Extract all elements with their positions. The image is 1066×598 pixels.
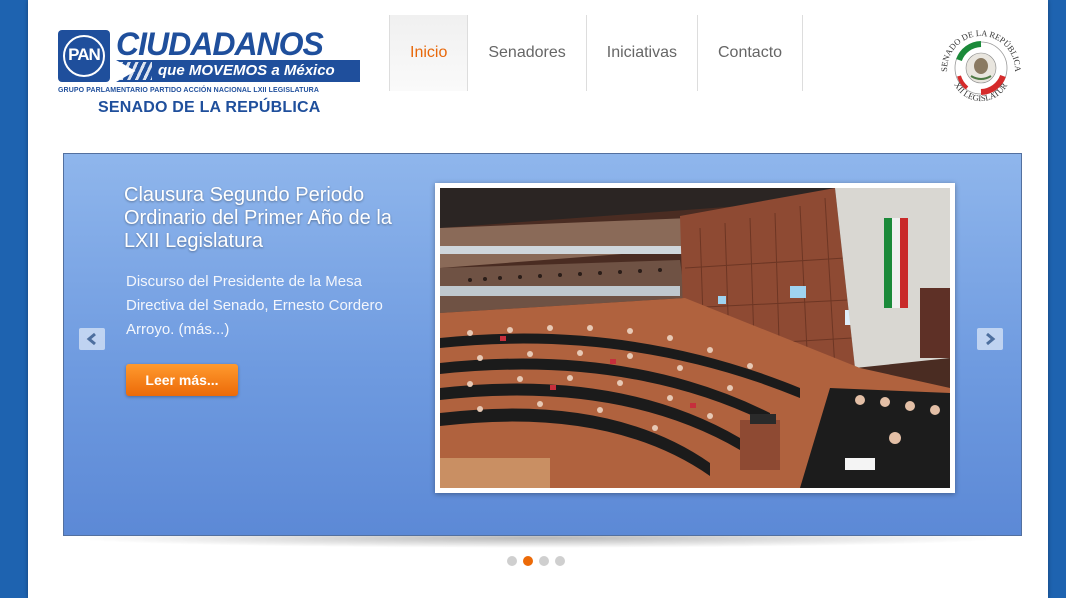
main-nav: Inicio Senadores Iniciativas Contacto <box>389 15 804 91</box>
pan-logo-icon: PAN <box>58 30 110 82</box>
page-container: PAN CIUDADANOS que MOVEMOS a México GRUP… <box>28 0 1048 598</box>
brand-word: CIUDADANOS <box>116 26 324 62</box>
slide-title[interactable]: Clausura Segundo Periodo Ordinario del P… <box>124 184 424 253</box>
pan-logo-label: PAN <box>68 45 101 64</box>
site-logo[interactable]: PAN CIUDADANOS que MOVEMOS a México GRUP… <box>58 26 368 120</box>
slide-photo-frame[interactable] <box>435 183 955 493</box>
nav-item-contacto[interactable]: Contacto <box>698 15 804 91</box>
slider-next-button[interactable] <box>977 328 1003 350</box>
slider-prev-button[interactable] <box>79 328 105 350</box>
slider-dot-2[interactable] <box>523 556 533 566</box>
nav-item-senadores[interactable]: Senadores <box>468 15 587 91</box>
chevron-left-icon <box>86 332 96 346</box>
read-more-button[interactable]: Leer más... <box>126 364 238 396</box>
brand-senate-line: SENADO DE LA REPÚBLICA <box>98 99 321 116</box>
senate-seal-icon: SENADO DE LA REPÚBLICA LXII LEGISLATURA <box>930 12 1029 110</box>
slider-pagination <box>507 556 565 566</box>
slide-description: Discurso del Presidente de la Mesa Direc… <box>126 273 383 338</box>
brand-stripes-decoration <box>120 62 152 80</box>
nav-item-inicio[interactable]: Inicio <box>389 15 469 91</box>
senate-chamber-photo <box>440 188 950 488</box>
brand-group-line: GRUPO PARLAMENTARIO PARTIDO ACCIÓN NACIO… <box>58 87 319 94</box>
chevron-right-icon <box>986 332 996 346</box>
nav-item-iniciativas[interactable]: Iniciativas <box>587 15 698 91</box>
featured-slider: Clausura Segundo Periodo Ordinario del P… <box>63 153 1022 536</box>
brand-tagline: que MOVEMOS a México <box>158 62 335 79</box>
slider-dot-4[interactable] <box>555 556 565 566</box>
slider-dot-1[interactable] <box>507 556 517 566</box>
slider-dot-3[interactable] <box>539 556 549 566</box>
